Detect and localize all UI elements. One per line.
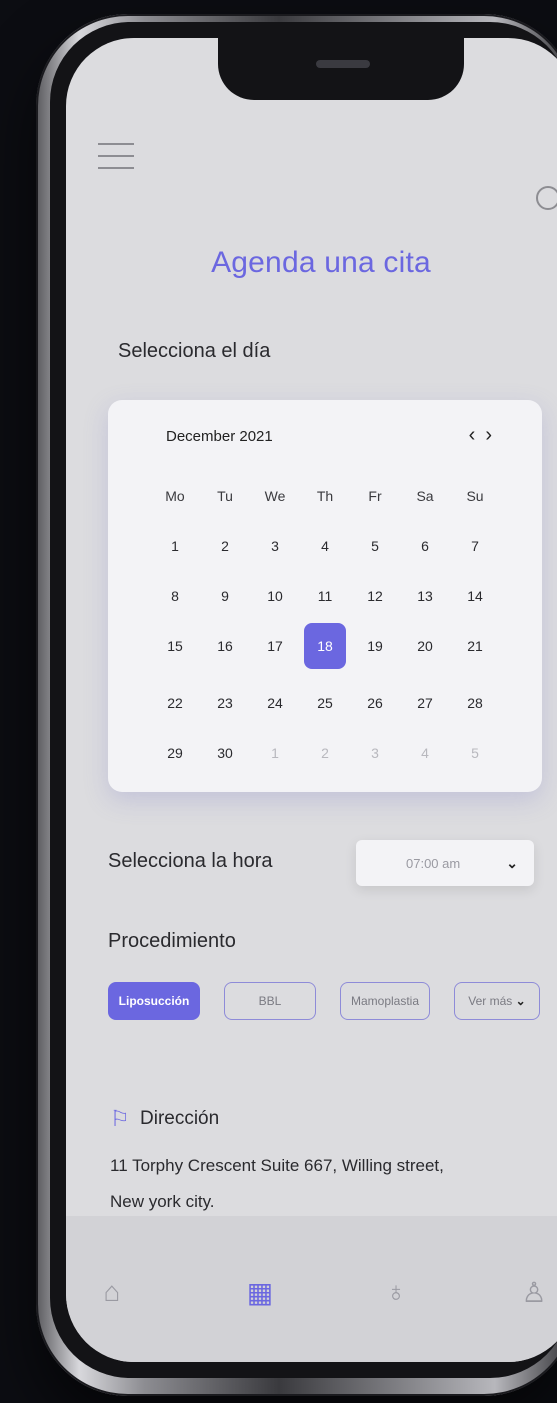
chip-bbl[interactable]: BBL [224, 982, 316, 1020]
calendar-day[interactable]: 15 [154, 630, 196, 662]
weekday-header: Sa [416, 488, 434, 504]
app-screen: Agenda una cita Selecciona el día Decemb… [66, 38, 557, 1362]
chip-ver-mas-label: Ver más [468, 994, 513, 1008]
weekday-header: Th [316, 488, 334, 504]
calendar-day-next-month: 4 [421, 745, 429, 761]
home-icon[interactable]: ⌂ [94, 1274, 130, 1310]
calendar-nav: ‹› [469, 424, 502, 447]
weekday-header: We [264, 488, 286, 504]
calendar-day[interactable]: 24 [254, 687, 296, 719]
calendar-day[interactable]: 23 [204, 687, 246, 719]
calendar-day[interactable]: 7 [454, 530, 496, 562]
calendar-day-next-month: 3 [371, 745, 379, 761]
procedure-section-label: Procedimiento [108, 930, 236, 952]
menu-icon[interactable] [98, 143, 134, 179]
procedure-chips: Liposucción BBL Mamoplastia Ver más ⌄ [108, 982, 548, 1020]
calendar-day[interactable]: 26 [354, 687, 396, 719]
bottom-nav [66, 1216, 557, 1362]
calendar-day[interactable]: 18 [304, 623, 346, 669]
calendar-day[interactable]: 5 [354, 530, 396, 562]
calendar: December 2021 ‹› Mo Tu We Th Fr Sa Su 1 2 3 4 5 6 7 8 9… [108, 400, 542, 792]
search-icon[interactable] [536, 186, 557, 210]
calendar-day[interactable]: 1 [154, 530, 196, 562]
weekday-header: Mo [165, 488, 185, 504]
speaker [316, 60, 370, 68]
day-section-label: Selecciona el día [118, 340, 271, 362]
calendar-day[interactable]: 20 [404, 630, 446, 662]
chip-mamoplastia[interactable]: Mamoplastia [340, 982, 430, 1020]
time-section-label: Selecciona la hora [108, 850, 273, 872]
chip-ver-mas[interactable]: Ver más ⌄ [454, 982, 540, 1020]
address-line2: New york city. [110, 1192, 215, 1211]
calendar-day-next-month: 2 [321, 745, 329, 761]
calendar-day-next-month: 5 [471, 745, 479, 761]
calendar-icon[interactable]: ▦ [242, 1274, 278, 1310]
signpost-icon: ⚐ [110, 1106, 130, 1131]
calendar-day[interactable]: 13 [404, 580, 446, 612]
calendar-day[interactable]: 25 [304, 687, 346, 719]
calendar-day[interactable]: 17 [254, 630, 296, 662]
calendar-grid: Mo Tu We Th Fr Sa Su 1 2 3 4 5 6 7 8 9 10 11 12 13 14 15 16 17 1… [154, 480, 514, 769]
calendar-day[interactable]: 19 [354, 630, 396, 662]
address-label: Dirección [140, 1108, 220, 1129]
calendar-day[interactable]: 6 [404, 530, 446, 562]
chevron-right-icon[interactable]: › [485, 424, 502, 446]
calendar-day[interactable]: 8 [154, 580, 196, 612]
calendar-day[interactable]: 10 [254, 580, 296, 612]
chevron-down-icon: ⌄ [515, 994, 526, 1008]
page-title: Agenda una cita [211, 246, 431, 279]
time-select[interactable]: 07:00 am ⌄ [356, 840, 534, 886]
stethoscope-icon[interactable]: ♁ [378, 1274, 414, 1310]
calendar-day[interactable]: 29 [154, 737, 196, 769]
chevron-left-icon[interactable]: ‹ [469, 424, 486, 446]
calendar-day[interactable]: 30 [204, 737, 246, 769]
calendar-day[interactable]: 9 [204, 580, 246, 612]
user-icon[interactable]: ♙ [516, 1274, 552, 1310]
calendar-month: December 2021 [166, 428, 273, 445]
calendar-day[interactable]: 2 [204, 530, 246, 562]
calendar-day[interactable]: 11 [304, 580, 346, 612]
calendar-day[interactable]: 16 [204, 630, 246, 662]
chip-liposuccion[interactable]: Liposucción [108, 982, 200, 1020]
calendar-day[interactable]: 28 [454, 687, 496, 719]
calendar-day-next-month: 1 [271, 745, 279, 761]
chevron-down-icon: ⌄ [506, 854, 518, 871]
weekday-header: Su [466, 488, 484, 504]
time-select-value: 07:00 am [406, 855, 461, 871]
weekday-header: Tu [217, 488, 233, 504]
notch [218, 38, 464, 100]
calendar-day[interactable]: 22 [154, 687, 196, 719]
calendar-day[interactable]: 27 [404, 687, 446, 719]
calendar-day[interactable]: 3 [254, 530, 296, 562]
calendar-day[interactable]: 21 [454, 630, 496, 662]
calendar-day[interactable]: 4 [304, 530, 346, 562]
calendar-day[interactable]: 14 [454, 580, 496, 612]
calendar-day[interactable]: 12 [354, 580, 396, 612]
address-line1: 11 Torphy Crescent Suite 667, Willing st… [110, 1156, 444, 1175]
address-text: 11 Torphy Crescent Suite 667, Willing st… [110, 1148, 530, 1220]
weekday-header: Fr [368, 488, 382, 504]
